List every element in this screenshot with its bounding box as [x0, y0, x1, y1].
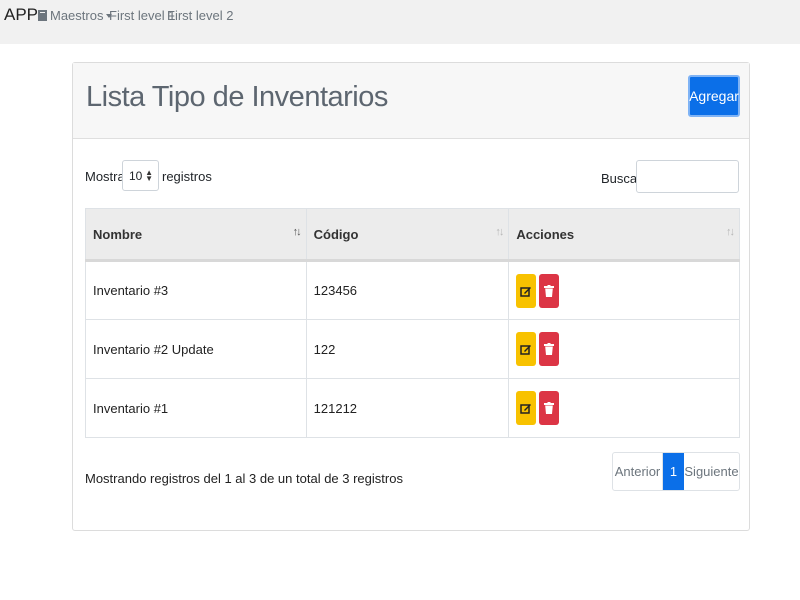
app-brand[interactable]: APP [4, 5, 38, 25]
cell-codigo: 122 [305, 319, 510, 379]
pagination-previous[interactable]: Anterior [613, 453, 663, 490]
search-input[interactable] [636, 160, 739, 193]
inventory-card: Lista Tipo de Inventarios Agregar Mostra… [72, 62, 750, 531]
table-row: Inventario #3 123456 [85, 260, 740, 320]
delete-button[interactable] [539, 391, 560, 425]
pagination-next[interactable]: Siguiente [684, 453, 739, 490]
cell-codigo: 121212 [305, 378, 510, 438]
page-length-value: 10 [129, 168, 143, 183]
sort-icon: ↑↓ [292, 226, 302, 238]
cell-nombre: Inventario #2 Update [85, 319, 307, 379]
nav-first-level-2[interactable]: First level 2 [167, 8, 233, 23]
records-label: registros [162, 169, 212, 184]
cell-codigo: 123456 [305, 260, 510, 320]
trash-icon [544, 343, 555, 355]
cell-acciones [508, 260, 740, 320]
column-header-nombre[interactable]: Nombre ↑↓ [85, 208, 307, 262]
cell-nombre: Inventario #1 [85, 378, 307, 438]
table-row: Inventario #2 Update 122 [85, 319, 740, 379]
page-length-select[interactable]: 10 ▲ ▼ [122, 160, 159, 191]
page-title: Lista Tipo de Inventarios [86, 81, 388, 113]
edit-button[interactable] [516, 391, 537, 425]
column-header-label: Código [313, 226, 359, 242]
cell-nombre: Inventario #3 [85, 260, 307, 320]
book-icon [38, 10, 47, 21]
pagination: Anterior 1 Siguiente [612, 452, 740, 491]
pagination-page-1[interactable]: 1 [663, 453, 684, 490]
column-header-acciones[interactable]: Acciones ↑↓ [508, 208, 740, 262]
delete-button[interactable] [539, 273, 560, 308]
nav-first-level-1[interactable]: First level 1 [109, 8, 175, 23]
table-header-row: Nombre ↑↓ Código ↑↓ Acciones ↑↓ [85, 208, 740, 262]
card-header: Lista Tipo de Inventarios Agregar [73, 63, 749, 139]
cell-acciones [508, 378, 740, 438]
column-header-label: Acciones [516, 226, 575, 242]
nav-maestros-dropdown[interactable]: Maestros [38, 8, 113, 23]
trash-icon [544, 284, 555, 297]
edit-button[interactable] [516, 332, 537, 366]
table-row: Inventario #1 121212 [85, 378, 740, 438]
edit-button[interactable] [516, 273, 537, 308]
trash-icon [544, 402, 555, 414]
column-header-label: Nombre [93, 226, 143, 242]
add-button[interactable]: Agregar [688, 75, 740, 117]
edit-icon [520, 345, 532, 355]
cell-acciones [508, 319, 740, 379]
top-navbar: APP Maestros First level 1 First level 2 [0, 0, 800, 44]
sort-icon: ↑↓ [495, 226, 504, 238]
edit-icon [520, 286, 532, 297]
nav-maestros-label: Maestros [50, 8, 104, 23]
sort-icon: ↑↓ [726, 226, 735, 238]
table-info-text: Mostrando registros del 1 al 3 de un tot… [85, 471, 403, 486]
column-header-codigo[interactable]: Código ↑↓ [305, 208, 510, 262]
select-arrows-icon: ▲ ▼ [145, 168, 153, 183]
edit-icon [520, 404, 532, 414]
delete-button[interactable] [539, 332, 560, 366]
inventory-table: Nombre ↑↓ Código ↑↓ Acciones ↑↓ Inventar… [85, 208, 740, 438]
